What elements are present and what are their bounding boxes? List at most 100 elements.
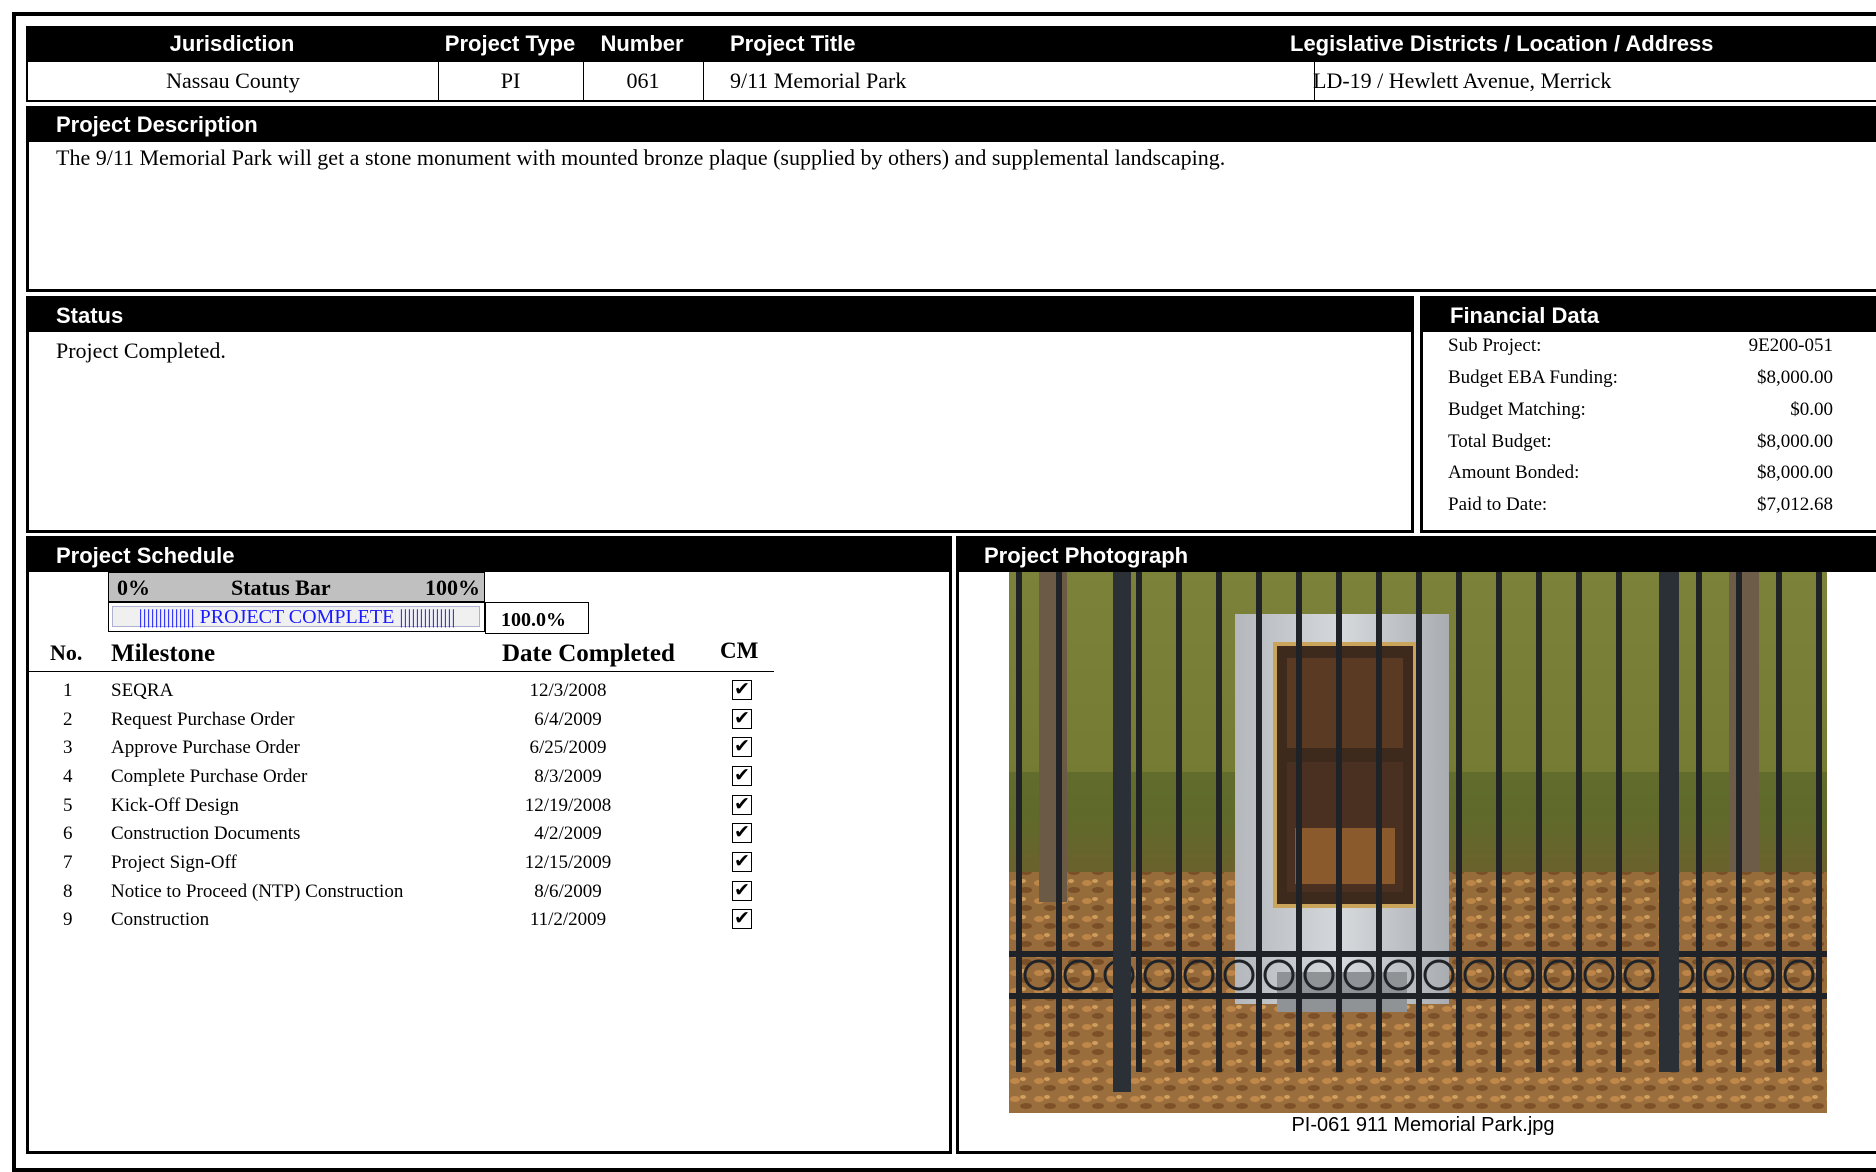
milestone-col-cm: CM (720, 638, 759, 663)
financial-label: Paid to Date: (1448, 494, 1548, 515)
description-text: The 9/11 Memorial Park will get a stone … (56, 145, 1226, 170)
milestone-date: 8/3/2009 (534, 766, 602, 787)
col-number: Number (600, 31, 684, 56)
milestone-date: 12/15/2009 (524, 852, 612, 873)
milestone-date: 12/19/2008 (524, 795, 612, 816)
milestone-no: 8 (63, 881, 73, 902)
milestone-no: 1 (63, 680, 73, 701)
project-type-value: PI (438, 62, 584, 100)
status-bar-header: 0% Status Bar 100% (108, 572, 485, 602)
milestone-row: 3 Approve Purchase Order 6/25/2009 ✔ (28, 735, 788, 764)
milestone-row: 7 Project Sign-Off 12/15/2009 ✔ (28, 850, 788, 879)
milestone-name: SEQRA (111, 680, 174, 701)
milestone-name: Request Purchase Order (111, 709, 295, 730)
milestone-name: Construction (111, 909, 210, 930)
financial-row-paid-to-date: Paid to Date: $7,012.68 (1448, 494, 1833, 516)
milestone-name: Approve Purchase Order (111, 737, 300, 758)
cm-checkbox[interactable]: ✔ (732, 766, 752, 786)
cm-checkbox[interactable]: ✔ (732, 909, 752, 929)
milestone-row: 2 Request Purchase Order 6/4/2009 ✔ (28, 707, 788, 736)
status-bar-text: |||||||||||||| PROJECT COMPLETE ||||||||… (138, 606, 456, 628)
financial-label: Budget EBA Funding: (1448, 367, 1618, 388)
financial-row-amount-bonded: Amount Bonded: $8,000.00 (1448, 462, 1833, 484)
jurisdiction-value: Nassau County (28, 62, 439, 100)
milestone-no: 2 (63, 709, 73, 730)
cm-checkbox[interactable]: ✔ (732, 737, 752, 757)
milestone-date: 6/4/2009 (534, 709, 602, 730)
col-location: Legislative Districts / Location / Addre… (1290, 31, 1714, 56)
col-jurisdiction: Jurisdiction (169, 31, 295, 56)
milestone-row: 9 Construction 11/2/2009 ✔ (28, 907, 788, 936)
memorial-photo (1009, 572, 1827, 1113)
milestone-header: No. Milestone Date Completed CM (28, 636, 774, 672)
milestone-col-milestone: Milestone (111, 640, 216, 667)
status-title-text: Status (56, 302, 124, 328)
milestone-no: 9 (63, 909, 73, 930)
financial-value: 9E200-051 (1748, 335, 1833, 356)
schedule-title-text: Project Schedule (56, 542, 235, 568)
financial-title: Financial Data (1423, 299, 1876, 332)
location-value: LD-19 / Hewlett Avenue, Merrick (1313, 68, 1612, 93)
milestone-name: Construction Documents (111, 823, 301, 844)
cm-checkbox[interactable]: ✔ (732, 795, 752, 815)
status-bar-percent: 100.0% (485, 602, 589, 634)
number-value: 061 (583, 62, 704, 100)
milestone-name: Project Sign-Off (111, 852, 237, 873)
description-title: Project Description (29, 108, 1876, 142)
header-values-row: Nassau County PI 061 9/11 Memorial Park … (26, 62, 1876, 102)
milestone-no: 4 (63, 766, 73, 787)
milestone-date: 6/25/2009 (529, 737, 607, 758)
financial-row-budget-matching: Budget Matching: $0.00 (1448, 399, 1833, 421)
milestone-col-date: Date Completed (502, 640, 675, 667)
photo-caption: PI-061 911 Memorial Park.jpg (1291, 1114, 1555, 1136)
milestone-no: 6 (63, 823, 73, 844)
milestone-no: 5 (63, 795, 73, 816)
financial-label: Total Budget: (1448, 431, 1552, 452)
milestone-date: 8/6/2009 (534, 881, 602, 902)
milestone-row: 1 SEQRA 12/3/2008 ✔ (28, 678, 788, 707)
header-columns-bar: Jurisdiction Project Type Number Project… (26, 26, 1876, 62)
photo-title: Project Photograph (959, 539, 1876, 572)
financial-label: Amount Bonded: (1448, 462, 1580, 483)
milestone-row: 5 Kick-Off Design 12/19/2008 ✔ (28, 793, 788, 822)
status-title: Status (29, 299, 1411, 332)
milestone-name: Kick-Off Design (111, 795, 239, 816)
milestone-name: Notice to Proceed (NTP) Construction (111, 881, 404, 902)
photo-title-text: Project Photograph (984, 542, 1189, 568)
milestone-col-no: No. (50, 640, 83, 665)
cm-checkbox[interactable]: ✔ (732, 881, 752, 901)
financial-row-sub-project: Sub Project: 9E200-051 (1448, 335, 1833, 357)
cm-checkbox[interactable]: ✔ (732, 680, 752, 700)
status-bar-title: Status Bar (231, 575, 331, 600)
col-project-type: Project Type (444, 31, 576, 56)
financial-value: $8,000.00 (1757, 367, 1833, 388)
status-bar-track: |||||||||||||| PROJECT COMPLETE ||||||||… (108, 602, 485, 632)
project-title-value: 9/11 Memorial Park (703, 62, 1315, 100)
status-bar-min-label: 0% (117, 575, 150, 600)
financial-label: Budget Matching: (1448, 399, 1586, 420)
milestone-date: 11/2/2009 (529, 909, 607, 930)
cm-checkbox[interactable]: ✔ (732, 852, 752, 872)
milestone-name: Complete Purchase Order (111, 766, 308, 787)
financial-value: $8,000.00 (1757, 431, 1833, 452)
milestone-no: 7 (63, 852, 73, 873)
milestone-row: 6 Construction Documents 4/2/2009 ✔ (28, 821, 788, 850)
cm-checkbox[interactable]: ✔ (732, 709, 752, 729)
financial-label: Sub Project: (1448, 335, 1542, 356)
financial-value: $7,012.68 (1757, 494, 1833, 515)
milestone-date: 4/2/2009 (534, 823, 602, 844)
milestone-row: 8 Notice to Proceed (NTP) Construction 8… (28, 879, 788, 908)
milestone-date: 12/3/2008 (529, 680, 607, 701)
financial-value: $8,000.00 (1757, 462, 1833, 483)
status-bar-max-label: 100% (425, 575, 480, 600)
col-project-title: Project Title (730, 31, 856, 56)
description-title-text: Project Description (56, 112, 258, 137)
schedule-title: Project Schedule (29, 539, 949, 572)
milestone-no: 3 (63, 737, 73, 758)
financial-title-text: Financial Data (1450, 302, 1600, 328)
cm-checkbox[interactable]: ✔ (732, 823, 752, 843)
financial-row-total-budget: Total Budget: $8,000.00 (1448, 431, 1833, 453)
status-text: Project Completed. (56, 338, 226, 363)
milestone-row: 4 Complete Purchase Order 8/3/2009 ✔ (28, 764, 788, 793)
financial-row-budget-eba: Budget EBA Funding: $8,000.00 (1448, 367, 1833, 389)
